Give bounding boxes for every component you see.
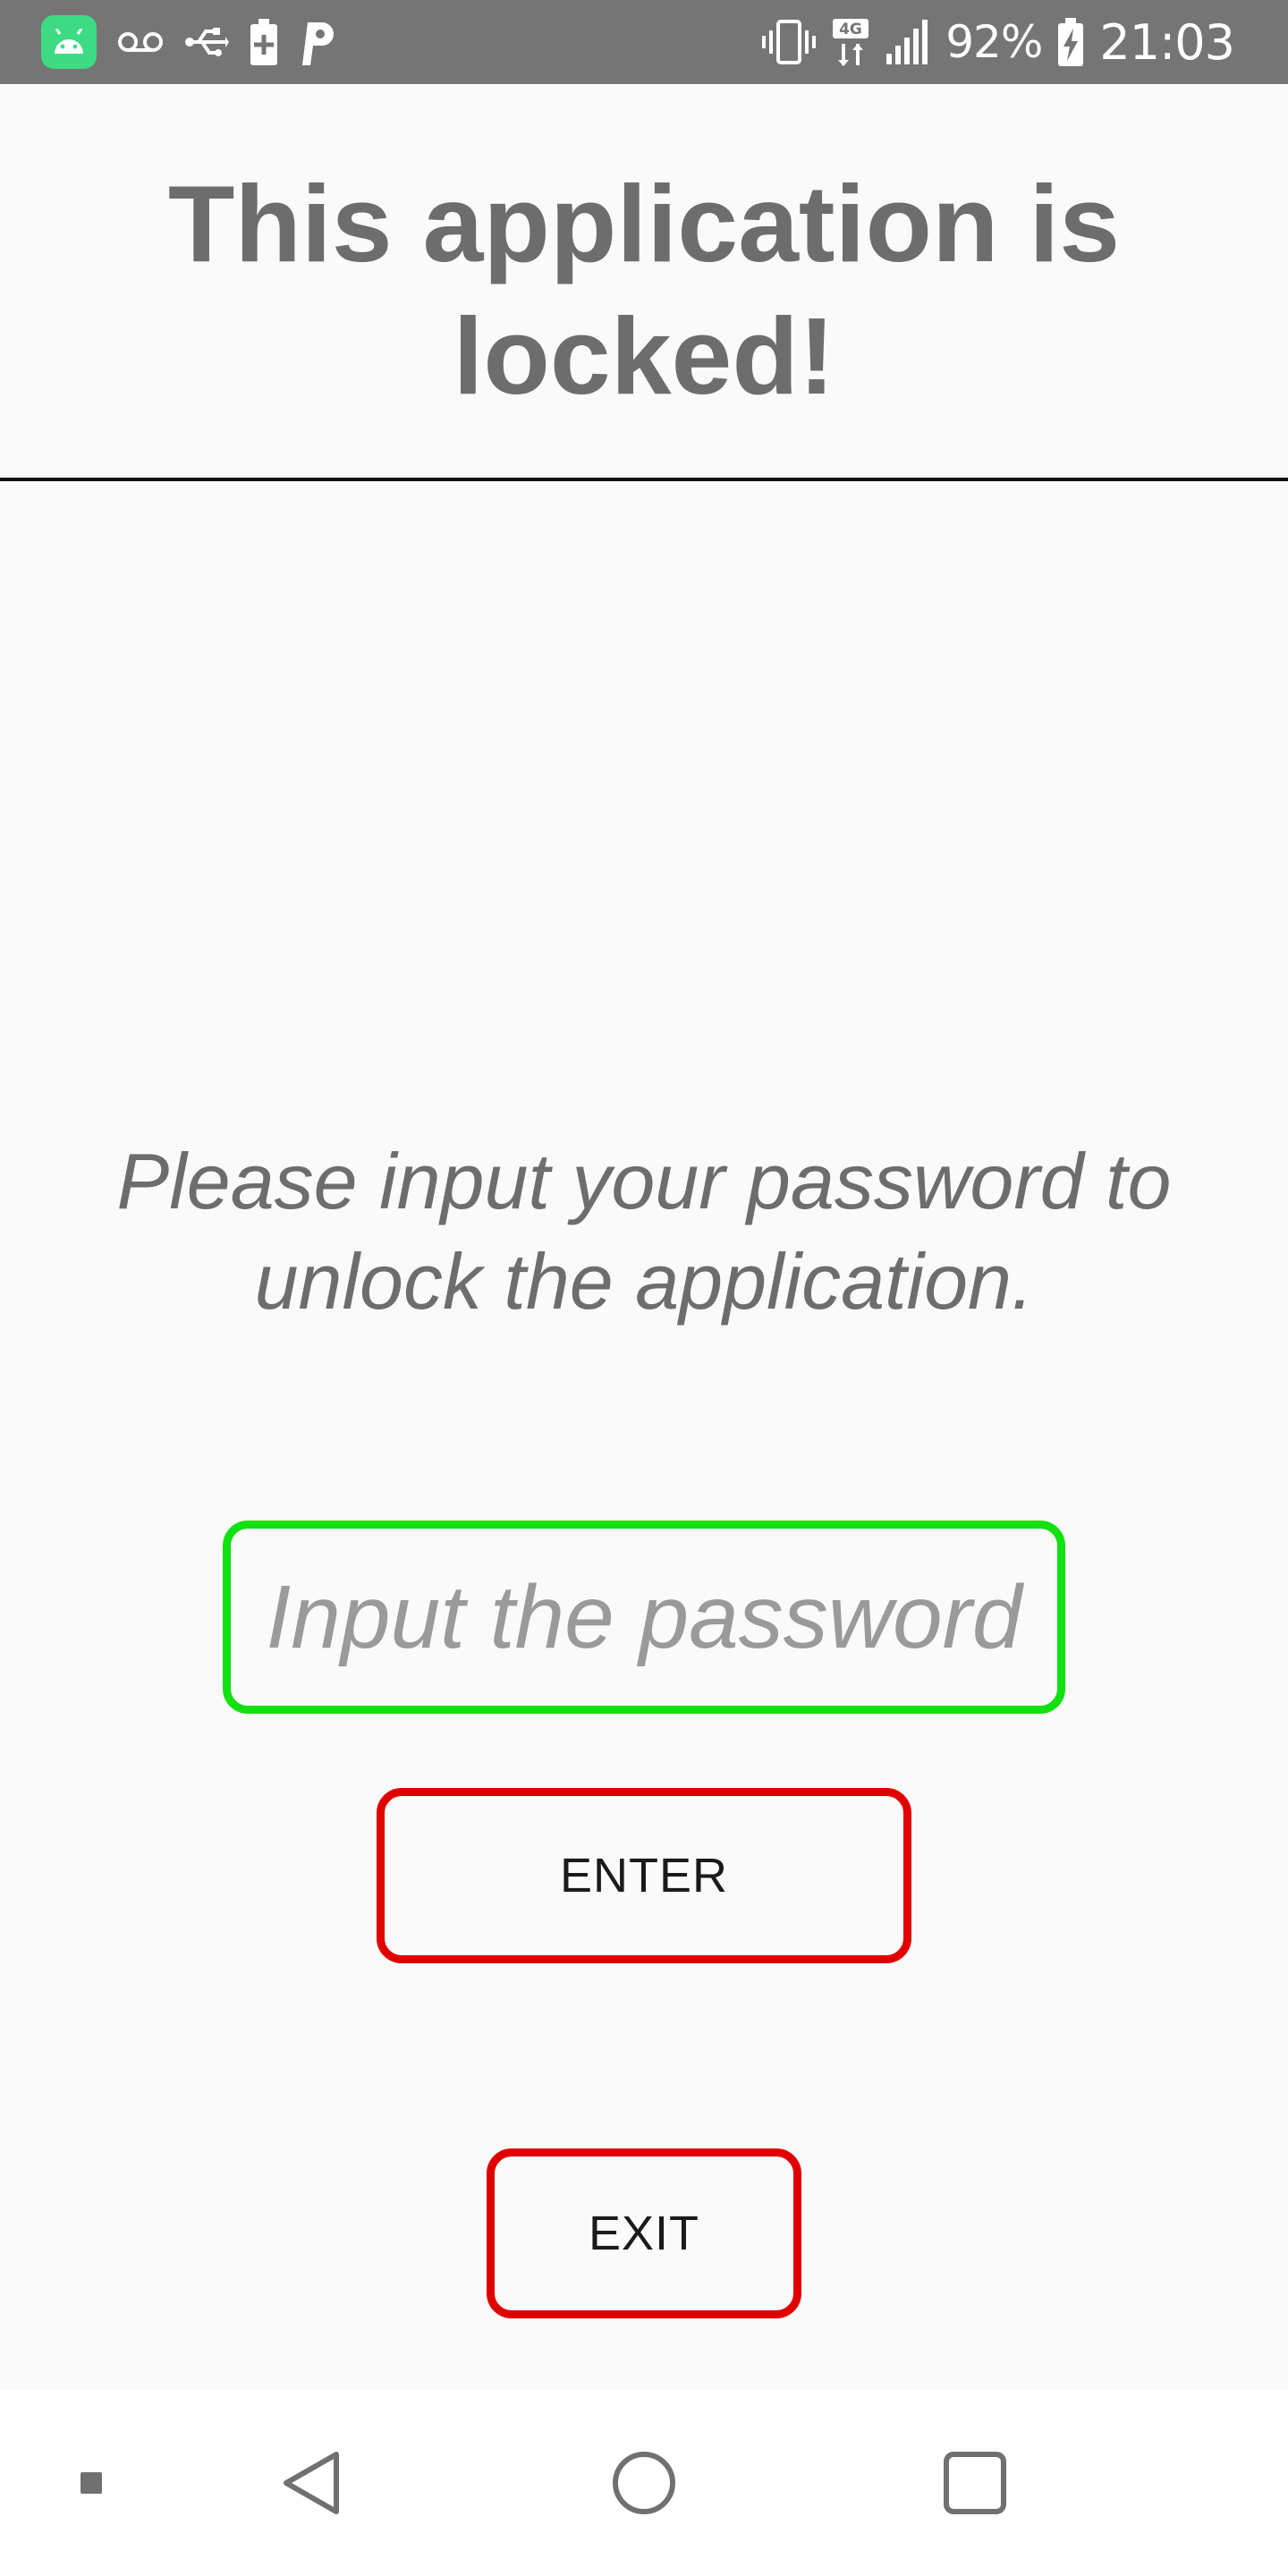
status-bar: 4G 92% 21:03 [0, 0, 1288, 84]
navigation-bar [0, 2390, 1288, 2576]
enter-button[interactable]: ENTER [377, 1788, 911, 1963]
page-title: This application is locked! [167, 163, 1121, 417]
small-square-icon[interactable] [54, 2390, 129, 2576]
voicemail-icon [116, 15, 165, 69]
battery-saver-icon [249, 15, 279, 69]
battery-charging-icon [1056, 15, 1085, 69]
status-bar-right-icons: 4G 92% 21:03 [761, 13, 1235, 72]
battery-percent: 92% [945, 16, 1043, 68]
home-icon[interactable] [590, 2390, 698, 2576]
parking-icon [299, 15, 336, 69]
android-app-icon [41, 15, 97, 69]
password-input[interactable] [223, 1521, 1065, 1714]
status-clock: 21:03 [1099, 13, 1235, 71]
header: This application is locked! [0, 84, 1288, 481]
svg-text:4G: 4G [839, 21, 862, 38]
recents-icon[interactable] [921, 2390, 1029, 2576]
exit-button[interactable]: EXIT [487, 2148, 801, 2318]
vibrate-icon [761, 15, 817, 69]
network-4g-icon: 4G [831, 15, 870, 69]
back-icon[interactable] [259, 2390, 367, 2576]
status-bar-left-icons [41, 15, 336, 69]
signal-icon [885, 15, 931, 69]
unlock-prompt: Please input your password to unlock the… [116, 1137, 1172, 1326]
usb-icon [184, 15, 229, 69]
